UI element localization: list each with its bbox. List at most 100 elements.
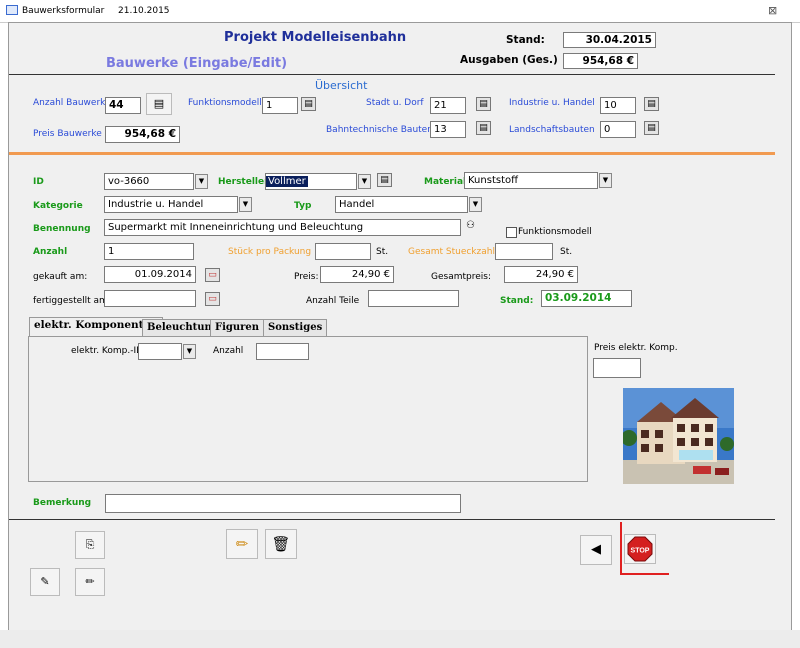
stadt-dorf-field[interactable]: 21 — [430, 97, 466, 114]
gesamtpreis-label: Gesamtpreis: — [431, 272, 491, 282]
back-arrow-icon: ◀ — [591, 542, 601, 557]
material-dropdown-button[interactable]: ▼ — [599, 173, 612, 188]
komp-id-dropdown-button[interactable]: ▼ — [183, 344, 196, 359]
book-icon: ▤ — [380, 175, 389, 185]
stop-button[interactable]: STOP — [624, 534, 656, 564]
benennung-label: Benennung — [33, 224, 91, 234]
anzahl-field[interactable]: 1 — [104, 243, 194, 260]
landschaft-book-button[interactable]: ▤ — [644, 121, 659, 135]
stop-icon: STOP — [627, 536, 653, 562]
gesamt-stueckzahl-label: Gesamt Stueckzahl — [408, 247, 495, 257]
book-icon: ▤ — [647, 99, 656, 109]
hersteller-label: Hersteller — [218, 177, 269, 187]
stueck-pro-packung-label: Stück pro Packung — [228, 247, 312, 257]
industrie-label: Industrie u. Handel — [509, 98, 595, 108]
edit-record-button[interactable]: ✎ — [30, 568, 60, 596]
stadt-dorf-book-button[interactable]: ▤ — [476, 97, 491, 111]
tab-figuren[interactable]: Figuren — [210, 319, 265, 336]
industrie-field[interactable]: 10 — [600, 97, 636, 114]
stop-label: STOP — [631, 548, 650, 555]
stand-date-field[interactable]: 30.04.2015 — [563, 32, 656, 48]
fertiggestellt-label: fertiggestellt am: — [33, 296, 111, 306]
hersteller-dropdown-button[interactable]: ▼ — [358, 174, 371, 189]
hersteller-book-button[interactable]: ▤ — [377, 173, 392, 187]
gesamt-stueckzahl-field[interactable] — [495, 243, 553, 260]
benennung-field[interactable]: Supermarkt mit Inneneinrichtung und Bele… — [104, 219, 461, 236]
window-titlebar: Bauwerksformular 21.10.2015 ⊠ — [0, 0, 800, 23]
gesamtpreis-field[interactable]: 24,90 € — [504, 266, 578, 283]
komp-anzahl-label: Anzahl — [213, 346, 244, 356]
industrie-book-button[interactable]: ▤ — [644, 97, 659, 111]
anzahl-bauwerke-label: Anzahl Bauwerke — [33, 98, 111, 108]
page-title: Projekt Modelleisenbahn — [224, 30, 407, 45]
typ-label: Typ — [294, 201, 312, 211]
chevron-down-icon: ▼ — [472, 200, 479, 208]
id-dropdown-button[interactable]: ▼ — [195, 174, 208, 189]
stand-label: Stand: — [506, 34, 545, 46]
preis-field[interactable]: 24,90 € — [320, 266, 394, 283]
gekauft-calendar-button[interactable]: ▭ — [205, 268, 220, 282]
ausgaben-field[interactable]: 954,68 € — [563, 53, 638, 69]
detail-stand-label: Stand: — [500, 296, 534, 306]
typ-combo[interactable]: Handel — [335, 196, 468, 213]
book-icon: ▤ — [647, 123, 656, 133]
footer-divider — [9, 519, 775, 520]
preis-komp-label: Preis elektr. Komp. — [594, 343, 678, 353]
typ-dropdown-button[interactable]: ▼ — [469, 197, 482, 212]
stueck-unit-label: St. — [376, 247, 389, 257]
hersteller-selected-value: Vollmer — [266, 176, 308, 187]
bemerkung-field[interactable] — [105, 494, 461, 513]
fertiggestellt-calendar-button[interactable]: ▭ — [205, 292, 220, 306]
funktionsmodelle-book-button[interactable]: ▤ — [301, 97, 316, 111]
chevron-down-icon: ▼ — [242, 200, 249, 208]
id-label: ID — [33, 177, 44, 187]
landschaft-field[interactable]: 0 — [600, 121, 636, 138]
anzahl-label: Anzahl — [33, 247, 68, 257]
copy-record-button[interactable]: ⎘ — [75, 531, 105, 559]
tab-sonstiges[interactable]: Sonstiges — [263, 319, 328, 336]
book-icon: ▤ — [479, 123, 488, 133]
binoculars-search-button[interactable]: ⚇ — [466, 220, 482, 234]
bauwerke-book-button[interactable]: ▤ — [146, 93, 172, 115]
komp-anzahl-field[interactable] — [256, 343, 309, 360]
delete-button[interactable]: 🗑 — [265, 529, 297, 559]
kategorie-label: Kategorie — [33, 201, 83, 211]
wand-icon: ✏ — [85, 575, 95, 588]
window-date: 21.10.2015 — [118, 6, 170, 16]
bahntechnische-field[interactable]: 13 — [430, 121, 466, 138]
funktionsmodelle-field[interactable]: 1 — [262, 97, 298, 114]
bahntechnische-label: Bahntechnische Bauten — [326, 125, 433, 135]
anzahl-teile-field[interactable] — [368, 290, 459, 307]
preis-bauwerke-field[interactable]: 954,68 € — [105, 126, 180, 143]
calendar-icon: ▭ — [208, 294, 217, 304]
fertiggestellt-date-field[interactable] — [104, 290, 196, 307]
pencil-button[interactable]: ✏ — [226, 529, 258, 559]
material-combo[interactable]: Kunststoff — [464, 172, 598, 189]
new-record-button[interactable]: ✏ — [75, 568, 105, 596]
window-title: Bauwerksformular — [22, 6, 105, 16]
bahntechnische-book-button[interactable]: ▤ — [476, 121, 491, 135]
preis-komp-field[interactable] — [593, 358, 641, 378]
edit-icon: ✎ — [40, 575, 50, 588]
hersteller-combo[interactable]: Vollmer — [265, 173, 357, 190]
stueck-pro-packung-field[interactable] — [315, 243, 371, 260]
id-combo[interactable]: vo-3660 — [104, 173, 194, 190]
binoculars-icon: ⚇ — [466, 220, 475, 231]
close-icon[interactable]: ⊠ — [768, 4, 777, 17]
gekauft-date-field[interactable]: 01.09.2014 — [104, 266, 196, 283]
funktionsmodell-checkbox[interactable] — [506, 227, 517, 238]
back-button[interactable]: ◀ — [580, 535, 612, 565]
anzahl-bauwerke-field[interactable]: 44 — [105, 97, 141, 114]
copy-icon: ⎘ — [85, 538, 95, 551]
landschaft-label: Landschaftsbauten — [509, 125, 595, 135]
chevron-down-icon: ▼ — [602, 176, 609, 184]
kategorie-dropdown-button[interactable]: ▼ — [239, 197, 252, 212]
komp-id-combo[interactable] — [138, 343, 182, 360]
kategorie-combo[interactable]: Industrie u. Handel — [104, 196, 238, 213]
detail-stand-field[interactable]: 03.09.2014 — [541, 290, 632, 307]
pencil-icon: ✏ — [235, 535, 249, 553]
komp-id-label: elektr. Komp.-ID — [71, 346, 144, 356]
funktionsmodell-label: Funktionsmodell — [518, 227, 592, 237]
funktionsmodelle-label: Funktionsmodelle — [188, 98, 268, 108]
status-strip — [0, 630, 800, 648]
